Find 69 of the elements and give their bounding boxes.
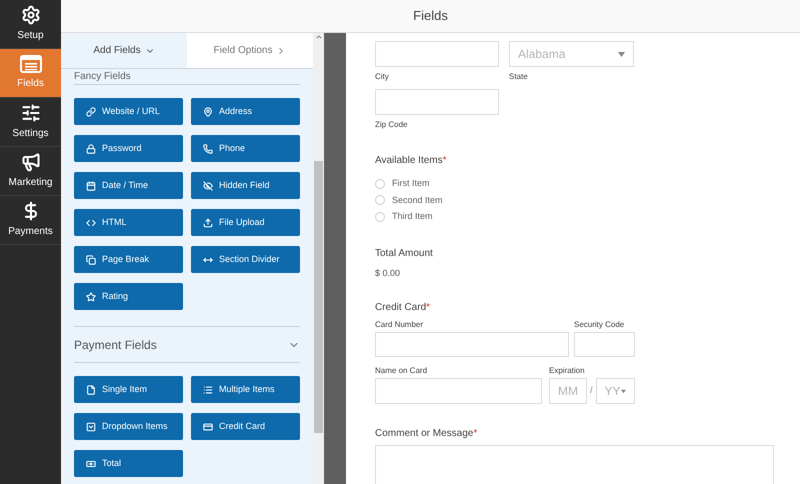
zip-field[interactable] — [375, 89, 499, 115]
add-field-button[interactable]: Section Divider — [191, 246, 300, 273]
field-title: Comment or Message* — [375, 427, 478, 441]
lock-icon — [86, 144, 96, 154]
field-label: Name on Card — [375, 365, 428, 377]
field-title: Available Items* — [375, 154, 448, 168]
megaphone-icon — [20, 152, 40, 172]
radio-option[interactable]: First Item — [375, 177, 430, 190]
map-pin-icon — [203, 106, 213, 116]
add-field-button[interactable]: Multiple Items — [191, 376, 300, 403]
field-label: State — [509, 71, 529, 83]
radio-button[interactable] — [375, 178, 385, 189]
sliders-icon — [20, 103, 40, 123]
upload-icon — [203, 218, 213, 228]
add-field-button[interactable]: Page Break — [74, 246, 183, 273]
radio-button[interactable] — [375, 212, 385, 222]
radio-option[interactable]: Third Item — [375, 210, 433, 224]
panel-tab[interactable]: Field Options — [187, 33, 313, 68]
add-field-button[interactable]: Password — [74, 135, 183, 162]
form-icon — [20, 55, 42, 73]
add-field-button[interactable]: Rating — [74, 283, 183, 310]
page-title: Fields — [413, 7, 448, 26]
field-title: Total Amount — [375, 246, 434, 260]
scroll-up-icon — [314, 33, 322, 41]
add-field-button[interactable]: Website / URL — [74, 98, 183, 125]
add-field-button[interactable]: Date / Time — [74, 172, 183, 199]
add-field-button[interactable]: Credit Card — [191, 413, 300, 440]
caret-icon — [618, 52, 625, 56]
field-label: Security Code — [574, 319, 626, 331]
add-field-button[interactable]: HTML — [74, 209, 183, 236]
caret-icon — [620, 388, 626, 394]
total-amount: $ 0.00 — [375, 266, 402, 280]
code-icon — [86, 218, 96, 228]
date-separator: / — [590, 384, 593, 398]
city-field[interactable] — [375, 41, 499, 67]
scrollbar[interactable] — [313, 33, 324, 484]
name-on-card-field[interactable] — [375, 378, 542, 404]
banknote-icon — [86, 458, 96, 468]
settings-icon — [20, 5, 40, 25]
copy-icon — [86, 254, 96, 264]
field-label: Expiration — [549, 365, 586, 377]
card-number-field[interactable] — [375, 332, 569, 357]
security-code-field[interactable] — [574, 332, 635, 357]
add-field-button[interactable]: Address — [191, 98, 300, 125]
sidebar-item[interactable]: Fields — [0, 49, 61, 98]
add-field-button[interactable]: File Upload — [191, 209, 300, 236]
field-label: City — [375, 71, 390, 83]
star-icon — [86, 292, 96, 302]
add-field-button[interactable]: Phone — [191, 135, 300, 162]
radio-button[interactable] — [375, 195, 385, 206]
credit-card-icon — [203, 422, 213, 432]
add-field-button[interactable]: Single Item — [74, 376, 183, 403]
add-field-button[interactable]: Total — [74, 450, 183, 477]
list-icon — [203, 384, 213, 394]
add-field-button[interactable]: Dropdown Items — [74, 413, 183, 440]
field-label: Card Number — [375, 319, 424, 331]
section-title: Fancy Fields — [74, 70, 131, 82]
field-title: Credit Card* — [375, 301, 432, 315]
scroll-thumb[interactable] — [314, 161, 323, 433]
add-field-button[interactable]: Hidden Field — [191, 172, 300, 199]
radio-option[interactable]: Second Item — [375, 194, 443, 207]
phone-icon — [203, 144, 213, 154]
eye-off-icon — [203, 180, 213, 190]
section-header[interactable]: Payment Fields — [74, 326, 300, 363]
calendar-icon — [86, 180, 96, 190]
field-label: Zip Code — [375, 119, 408, 131]
link-icon — [86, 106, 96, 116]
dropdown-icon — [86, 422, 96, 432]
file-icon — [86, 384, 96, 394]
